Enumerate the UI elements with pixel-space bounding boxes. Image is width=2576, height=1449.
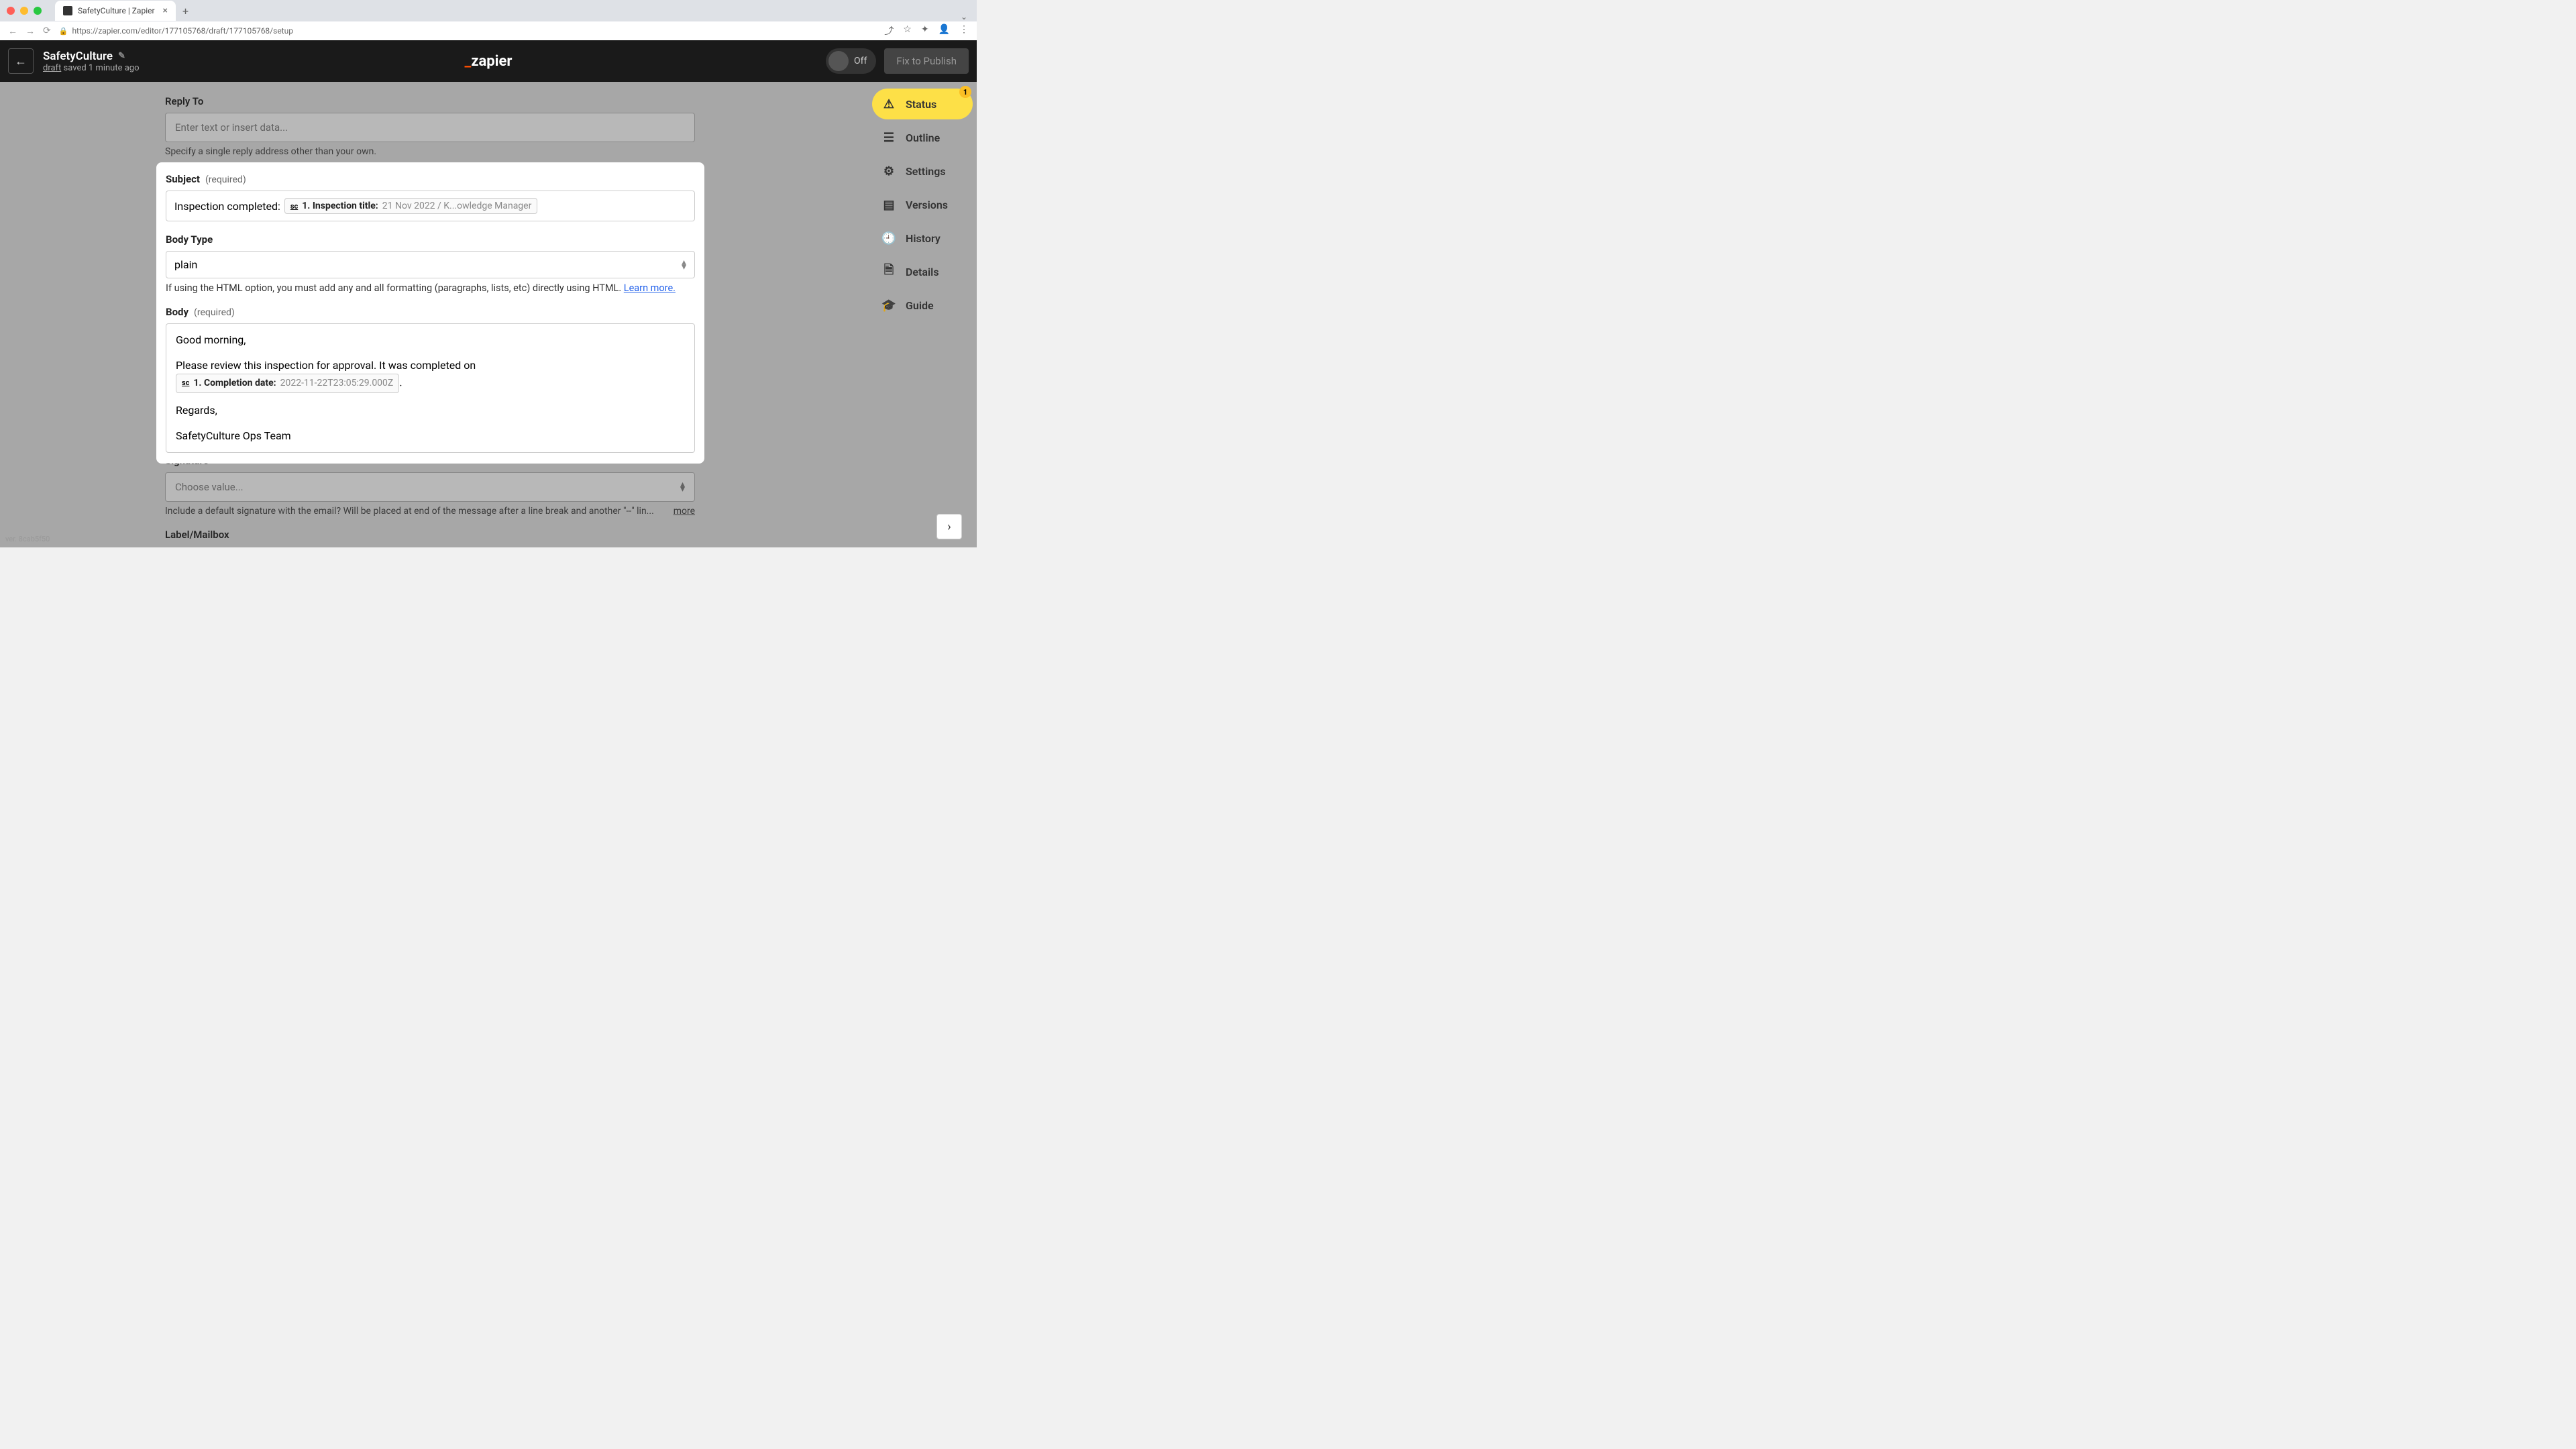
rail-outline[interactable]: ☰ Outline: [872, 122, 973, 153]
forward-icon[interactable]: →: [25, 25, 35, 37]
body-type-label: Body Type: [166, 233, 213, 246]
rail-guide[interactable]: 🎓 Guide: [872, 290, 973, 321]
tab-bar: SafetyCulture | Zapier × + ⌄: [0, 0, 977, 21]
maximize-window-icon[interactable]: [34, 7, 42, 15]
reload-icon[interactable]: ⟳: [43, 25, 51, 36]
zapier-logo: _zapier: [465, 53, 513, 70]
version-text: ver. 8cab5f50: [5, 535, 50, 543]
rail-details[interactable]: 🗎 Details: [872, 256, 973, 287]
history-icon: 🕘: [881, 231, 896, 246]
body-line-3: Regards,: [176, 402, 685, 419]
subject-input[interactable]: Inspection completed: sc 1. Inspection t…: [166, 191, 695, 221]
body-label: Body: [166, 306, 189, 318]
warning-icon: ⚠: [881, 97, 896, 111]
body-data-pill[interactable]: sc 1. Completion date: 2022-11-22T23:05:…: [176, 374, 399, 393]
guide-icon: 🎓: [881, 298, 896, 313]
body-required: (required): [194, 307, 235, 318]
right-sidebar: ⚠ Status 1 ☰ Outline ⚙ Settings ▤ Versio…: [872, 89, 973, 321]
subject-data-pill[interactable]: sc 1. Inspection title: 21 Nov 2022 / K.…: [284, 198, 537, 214]
body-line-4: SafetyCulture Ops Team: [176, 428, 685, 444]
address-bar: ← → ⟳ 🔒 https://zapier.com/editor/177105…: [0, 21, 977, 40]
minimize-window-icon[interactable]: [20, 7, 28, 15]
details-icon: 🗎: [881, 264, 896, 279]
browser-chrome: SafetyCulture | Zapier × + ⌄ ← → ⟳ 🔒 htt…: [0, 0, 977, 40]
tab-title: SafetyCulture | Zapier: [78, 6, 155, 15]
rail-versions[interactable]: ▤ Versions: [872, 189, 973, 220]
profile-icon[interactable]: 👤: [938, 24, 950, 38]
back-icon[interactable]: ←: [8, 25, 17, 37]
publish-toggle[interactable]: Off: [826, 48, 876, 74]
app-header: ← SafetyCulture ✎ draft saved 1 minute a…: [0, 40, 977, 82]
rail-settings[interactable]: ⚙ Settings: [872, 156, 973, 186]
tab-favicon-icon: [63, 6, 72, 15]
body-type-field: Body Type plain ▴▾ If using the HTML opt…: [166, 233, 695, 294]
window-controls: [7, 7, 42, 15]
back-button[interactable]: ←: [8, 48, 34, 74]
body-line-2: Please review this inspection for approv…: [176, 358, 685, 393]
body-line-1: Good morning,: [176, 332, 685, 348]
learn-more-link[interactable]: Learn more.: [624, 282, 676, 294]
header-actions: Off Fix to Publish: [826, 48, 969, 74]
body-input[interactable]: Good morning, Please review this inspect…: [166, 323, 695, 453]
body-type-help: If using the HTML option, you must add a…: [166, 282, 695, 294]
subject-required: (required): [205, 174, 246, 185]
rail-status[interactable]: ⚠ Status 1: [872, 89, 973, 119]
sc-icon: sc: [182, 378, 189, 389]
sc-icon: sc: [290, 202, 298, 211]
save-status: draft saved 1 minute ago: [43, 63, 140, 73]
toggle-knob-icon: [828, 51, 849, 71]
subject-field: Subject (required) Inspection completed:…: [166, 173, 695, 221]
outline-icon: ☰: [881, 130, 896, 145]
new-tab-button[interactable]: +: [182, 5, 189, 17]
extensions-icon[interactable]: ✦: [921, 24, 929, 38]
fix-to-publish-button[interactable]: Fix to Publish: [884, 48, 969, 74]
share-icon[interactable]: ⤴: [884, 24, 894, 38]
rail-history[interactable]: 🕘 History: [872, 223, 973, 254]
body-type-select[interactable]: plain ▴▾: [166, 251, 695, 278]
body-field: Body (required) Good morning, Please rev…: [166, 306, 695, 453]
rail-expand-button[interactable]: ›: [936, 514, 962, 539]
menu-icon[interactable]: ⋮: [959, 24, 969, 38]
zap-title[interactable]: SafetyCulture ✎: [43, 50, 140, 63]
main-area: Reply To Enter text or insert data... Sp…: [0, 82, 977, 547]
gear-icon: ⚙: [881, 164, 896, 178]
header-title-block: SafetyCulture ✎ draft saved 1 minute ago: [43, 50, 140, 73]
bookmark-icon[interactable]: ☆: [903, 24, 912, 38]
tabs-chevron-icon[interactable]: ⌄: [961, 12, 967, 21]
browser-tab[interactable]: SafetyCulture | Zapier ×: [55, 1, 176, 21]
chevron-updown-icon: ▴▾: [682, 260, 686, 270]
edit-title-icon[interactable]: ✎: [118, 51, 125, 61]
email-config-panel: Subject (required) Inspection completed:…: [156, 162, 704, 464]
tab-close-icon[interactable]: ×: [163, 5, 168, 16]
subject-label: Subject: [166, 173, 200, 185]
status-badge: 1: [959, 86, 971, 98]
url-text: https://zapier.com/editor/177105768/draf…: [72, 26, 293, 36]
subject-prefix-text: Inspection completed:: [174, 200, 280, 213]
url-field[interactable]: 🔒 https://zapier.com/editor/177105768/dr…: [59, 26, 877, 36]
browser-action-icons: ⤴ ☆ ✦ 👤 ⋮: [884, 24, 969, 38]
close-window-icon[interactable]: [7, 7, 15, 15]
lock-icon: 🔒: [59, 27, 68, 36]
versions-icon: ▤: [881, 197, 896, 212]
